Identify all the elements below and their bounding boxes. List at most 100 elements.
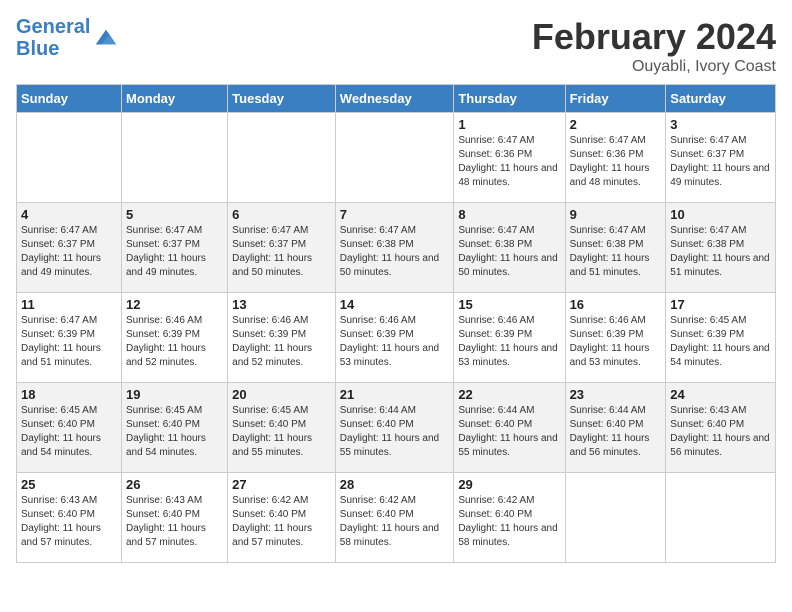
cell-sun-info: Sunrise: 6:42 AMSunset: 6:40 PMDaylight:… [340, 494, 450, 550]
cell-sun-info: Sunrise: 6:45 AMSunset: 6:40 PMDaylight:… [126, 404, 223, 460]
cell-sun-info: Sunrise: 6:46 AMSunset: 6:39 PMDaylight:… [570, 314, 662, 370]
cell-day-number: 20 [232, 387, 331, 402]
cell-sun-info: Sunrise: 6:42 AMSunset: 6:40 PMDaylight:… [232, 494, 331, 550]
cell-day-number: 6 [232, 207, 331, 222]
cell-sun-info: Sunrise: 6:44 AMSunset: 6:40 PMDaylight:… [458, 404, 560, 460]
calendar-week-row: 4 Sunrise: 6:47 AMSunset: 6:37 PMDaylight… [17, 203, 776, 293]
calendar-cell: 24 Sunrise: 6:43 AMSunset: 6:40 PMDayligh… [666, 383, 776, 473]
weekday-header: Saturday [666, 85, 776, 113]
calendar-cell: 23 Sunrise: 6:44 AMSunset: 6:40 PMDayligh… [565, 383, 666, 473]
calendar-cell: 9Sunrise: 6:47 AMSunset: 6:38 PMDaylight… [565, 203, 666, 293]
weekday-header-row: SundayMondayTuesdayWednesdayThursdayFrid… [17, 85, 776, 113]
cell-sun-info: Sunrise: 6:44 AMSunset: 6:40 PMDaylight:… [340, 404, 450, 460]
calendar-cell: 10Sunrise: 6:47 AMSunset: 6:38 PMDayligh… [666, 203, 776, 293]
calendar-cell: 21 Sunrise: 6:44 AMSunset: 6:40 PMDayligh… [335, 383, 454, 473]
cell-sun-info: Sunrise: 6:45 AMSunset: 6:40 PMDaylight:… [232, 404, 331, 460]
cell-sun-info: Sunrise: 6:47 AMSunset: 6:37 PMDaylight:… [126, 224, 223, 280]
cell-day-number: 17 [670, 297, 771, 312]
cell-day-number: 27 [232, 477, 331, 492]
cell-sun-info: Sunrise: 6:42 AMSunset: 6:40 PMDaylight:… [458, 494, 560, 550]
calendar-cell: 4Sunrise: 6:47 AMSunset: 6:37 PMDaylight… [17, 203, 122, 293]
cell-day-number: 29 [458, 477, 560, 492]
calendar-week-row: 18 Sunrise: 6:45 AMSunset: 6:40 PMDayligh… [17, 383, 776, 473]
calendar-cell: 29 Sunrise: 6:42 AMSunset: 6:40 PMDayligh… [454, 473, 565, 563]
calendar-cell: 6 Sunrise: 6:47 AMSunset: 6:37 PMDaylight… [228, 203, 336, 293]
calendar-cell: 20 Sunrise: 6:45 AMSunset: 6:40 PMDayligh… [228, 383, 336, 473]
cell-sun-info: Sunrise: 6:43 AMSunset: 6:40 PMDaylight:… [126, 494, 223, 550]
calendar-cell: 3Sunrise: 6:47 AMSunset: 6:37 PMDaylight… [666, 113, 776, 203]
cell-day-number: 26 [126, 477, 223, 492]
calendar-cell: 26 Sunrise: 6:43 AMSunset: 6:40 PMDayligh… [122, 473, 228, 563]
cell-day-number: 28 [340, 477, 450, 492]
cell-day-number: 16 [570, 297, 662, 312]
calendar-cell: 19 Sunrise: 6:45 AMSunset: 6:40 PMDayligh… [122, 383, 228, 473]
cell-sun-info: Sunrise: 6:46 AMSunset: 6:39 PMDaylight:… [458, 314, 560, 370]
cell-day-number: 10 [670, 207, 771, 222]
cell-day-number: 18 [21, 387, 117, 402]
cell-day-number: 24 [670, 387, 771, 402]
calendar-cell: 17 Sunrise: 6:45 AMSunset: 6:39 PMDayligh… [666, 293, 776, 383]
calendar-week-row: 1 Sunrise: 6:47 AMSunset: 6:36 PMDaylight… [17, 113, 776, 203]
cell-sun-info: Sunrise: 6:47 AMSunset: 6:37 PMDaylight:… [670, 134, 771, 190]
calendar-week-row: 11 Sunrise: 6:47 AMSunset: 6:39 PMDayligh… [17, 293, 776, 383]
logo-general: General [16, 16, 90, 38]
calendar-cell: 5Sunrise: 6:47 AMSunset: 6:37 PMDaylight… [122, 203, 228, 293]
calendar-cell: 8 Sunrise: 6:47 AMSunset: 6:38 PMDaylight… [454, 203, 565, 293]
weekday-header: Thursday [454, 85, 565, 113]
calendar-cell: 12Sunrise: 6:46 AMSunset: 6:39 PMDayligh… [122, 293, 228, 383]
cell-day-number: 1 [458, 117, 560, 132]
calendar-cell: 25 Sunrise: 6:43 AMSunset: 6:40 PMDayligh… [17, 473, 122, 563]
calendar-cell: 27 Sunrise: 6:42 AMSunset: 6:40 PMDayligh… [228, 473, 336, 563]
page-header: General Blue February 2024 Ouyabli, Ivor… [16, 16, 776, 76]
cell-day-number: 9 [570, 207, 662, 222]
weekday-header: Wednesday [335, 85, 454, 113]
cell-day-number: 19 [126, 387, 223, 402]
cell-day-number: 25 [21, 477, 117, 492]
weekday-header: Friday [565, 85, 666, 113]
calendar-cell [666, 473, 776, 563]
calendar-cell: 16 Sunrise: 6:46 AMSunset: 6:39 PMDayligh… [565, 293, 666, 383]
calendar-cell [122, 113, 228, 203]
cell-day-number: 15 [458, 297, 560, 312]
cell-sun-info: Sunrise: 6:47 AMSunset: 6:38 PMDaylight:… [458, 224, 560, 280]
cell-day-number: 23 [570, 387, 662, 402]
calendar-week-row: 25 Sunrise: 6:43 AMSunset: 6:40 PMDayligh… [17, 473, 776, 563]
calendar-table: SundayMondayTuesdayWednesdayThursdayFrid… [16, 84, 776, 563]
subtitle: Ouyabli, Ivory Coast [532, 58, 776, 76]
cell-sun-info: Sunrise: 6:47 AMSunset: 6:36 PMDaylight:… [570, 134, 662, 190]
cell-sun-info: Sunrise: 6:47 AMSunset: 6:39 PMDaylight:… [21, 314, 117, 370]
weekday-header: Tuesday [228, 85, 336, 113]
cell-sun-info: Sunrise: 6:44 AMSunset: 6:40 PMDaylight:… [570, 404, 662, 460]
calendar-cell [17, 113, 122, 203]
main-title: February 2024 [532, 16, 776, 58]
calendar-cell: 1 Sunrise: 6:47 AMSunset: 6:36 PMDaylight… [454, 113, 565, 203]
cell-sun-info: Sunrise: 6:46 AMSunset: 6:39 PMDaylight:… [126, 314, 223, 370]
calendar-cell [228, 113, 336, 203]
cell-sun-info: Sunrise: 6:45 AMSunset: 6:39 PMDaylight:… [670, 314, 771, 370]
cell-sun-info: Sunrise: 6:47 AMSunset: 6:37 PMDaylight:… [232, 224, 331, 280]
calendar-cell [565, 473, 666, 563]
calendar-cell: 22 Sunrise: 6:44 AMSunset: 6:40 PMDayligh… [454, 383, 565, 473]
cell-day-number: 14 [340, 297, 450, 312]
logo-text: General Blue [16, 16, 90, 60]
cell-sun-info: Sunrise: 6:43 AMSunset: 6:40 PMDaylight:… [670, 404, 771, 460]
cell-sun-info: Sunrise: 6:43 AMSunset: 6:40 PMDaylight:… [21, 494, 117, 550]
calendar-cell: 15 Sunrise: 6:46 AMSunset: 6:39 PMDayligh… [454, 293, 565, 383]
cell-day-number: 22 [458, 387, 560, 402]
cell-day-number: 4 [21, 207, 117, 222]
calendar-cell: 14 Sunrise: 6:46 AMSunset: 6:39 PMDayligh… [335, 293, 454, 383]
calendar-cell [335, 113, 454, 203]
cell-day-number: 7 [340, 207, 450, 222]
logo-icon [92, 24, 120, 52]
cell-day-number: 21 [340, 387, 450, 402]
cell-sun-info: Sunrise: 6:45 AMSunset: 6:40 PMDaylight:… [21, 404, 117, 460]
cell-sun-info: Sunrise: 6:46 AMSunset: 6:39 PMDaylight:… [340, 314, 450, 370]
cell-day-number: 8 [458, 207, 560, 222]
calendar-cell: 13Sunrise: 6:46 AMSunset: 6:39 PMDayligh… [228, 293, 336, 383]
weekday-header: Monday [122, 85, 228, 113]
cell-sun-info: Sunrise: 6:47 AMSunset: 6:36 PMDaylight:… [458, 134, 560, 190]
cell-sun-info: Sunrise: 6:46 AMSunset: 6:39 PMDaylight:… [232, 314, 331, 370]
logo: General Blue [16, 16, 120, 60]
calendar-cell: 28 Sunrise: 6:42 AMSunset: 6:40 PMDayligh… [335, 473, 454, 563]
cell-day-number: 11 [21, 297, 117, 312]
